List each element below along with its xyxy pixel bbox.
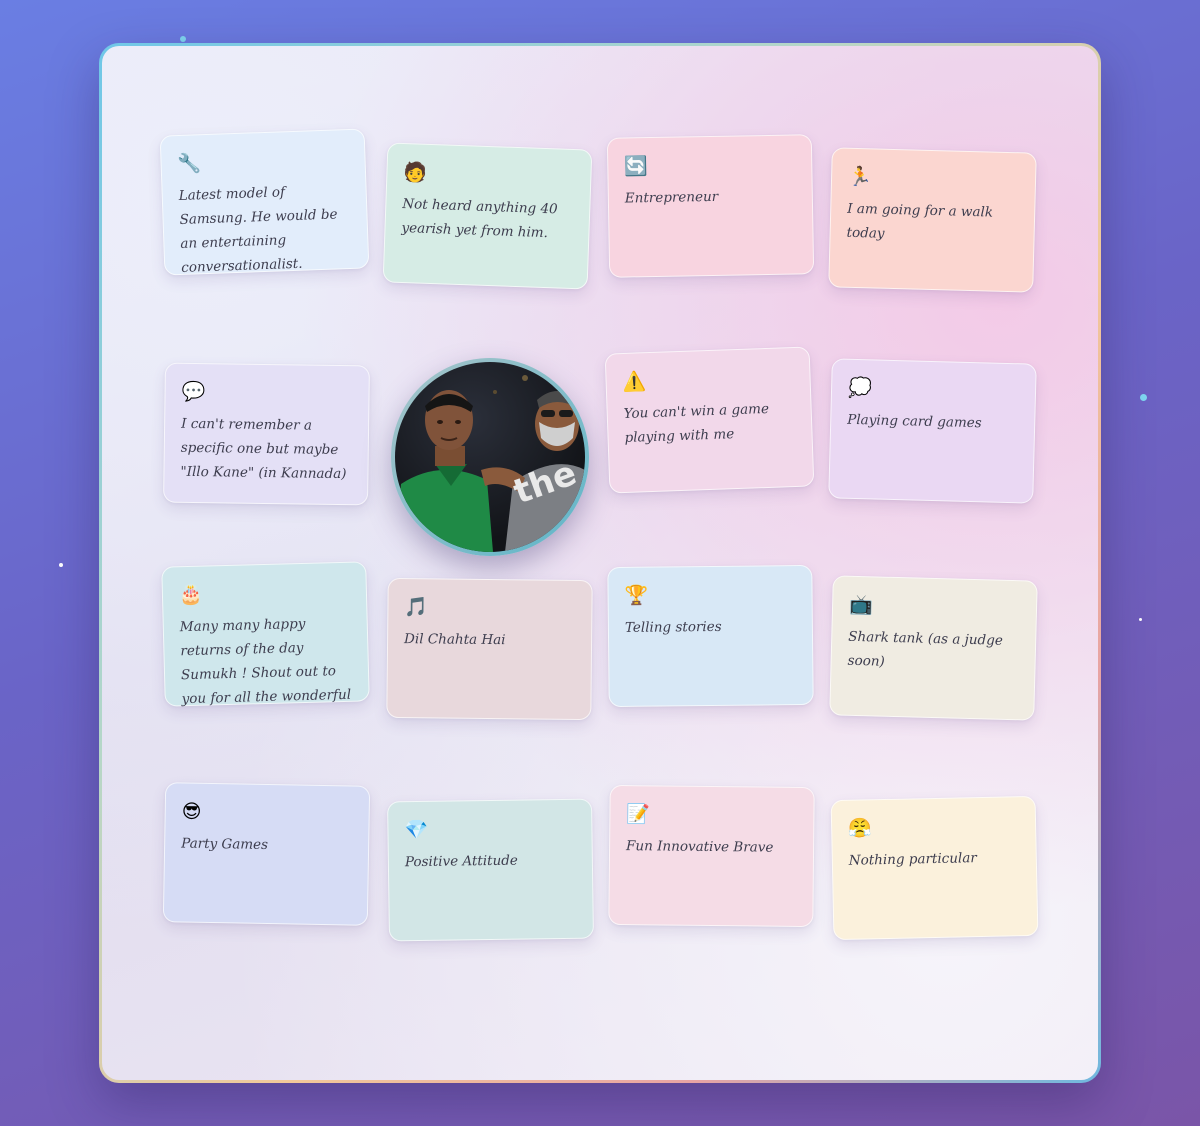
wish-text: Positive Attitude (404, 852, 518, 871)
wish-card[interactable]: 💎 Positive Attitude (387, 798, 594, 942)
wish-card[interactable]: 🧑 Not heard anything 40 yearish yet from… (382, 142, 593, 290)
wish-text: Telling stories (624, 618, 722, 636)
wish-text: Not heard anything 40 yearish yet from h… (401, 196, 558, 242)
wish-card[interactable]: 📝 Fun Innovative Brave (608, 784, 815, 928)
wish-text: Party Games (181, 835, 269, 854)
wish-card[interactable]: 💬 I can't remember a specific one but ma… (163, 362, 370, 506)
huffing-face-icon: 😤 (847, 817, 873, 840)
wish-card[interactable]: 🎂 Many many happy returns of the day Sum… (161, 561, 370, 707)
runner-icon: 🏃 (847, 165, 873, 189)
profile-photo: the gap (391, 358, 589, 556)
wish-card[interactable]: 🔧 Latest model of Samsung. He would be a… (159, 128, 370, 276)
wish-text: Fun Innovative Brave (626, 838, 774, 856)
wish-card[interactable]: 🔄 Entrepreneur (606, 134, 815, 278)
trophy-icon: 🏆 (624, 584, 649, 607)
wish-card[interactable]: 😤 Nothing particular (830, 795, 1039, 941)
wrench-icon: 🔧 (177, 152, 202, 176)
decor-dot (180, 36, 186, 42)
wish-text: Nothing particular (848, 850, 977, 869)
wish-text: I am going for a walk today (846, 200, 994, 242)
speech-bubble-icon: 💬 (181, 380, 206, 404)
wish-card[interactable]: 📺 Shark tank (as a judge soon) (829, 575, 1038, 721)
wish-card[interactable]: 🏃 I am going for a walk today (828, 147, 1037, 293)
wish-text: I can't remember a specific one but mayb… (180, 415, 347, 483)
wish-card[interactable]: 💭 Playing card games (828, 358, 1037, 504)
cake-icon: 🎂 (178, 583, 203, 607)
photo-illustration: the gap (395, 375, 585, 552)
decor-dot (59, 563, 63, 567)
tv-icon: 📺 (848, 593, 874, 617)
wish-text: Playing card games (847, 411, 982, 432)
sunglasses-icon: 😎 (181, 800, 202, 823)
wish-card[interactable]: 🏆 Telling stories (607, 564, 814, 708)
board-canvas: 🔧 Latest model of Samsung. He would be a… (102, 46, 1098, 1080)
music-note-icon: 🎵 (404, 596, 429, 619)
wishes-board: 🔧 Latest model of Samsung. He would be a… (99, 43, 1101, 1083)
wish-text: Many many happy returns of the day Sumuk… (179, 615, 352, 708)
wish-card[interactable]: ⚠️ You can't win a game playing with me (604, 346, 815, 494)
decor-dot (1139, 618, 1142, 621)
memo-icon: 📝 (626, 803, 651, 826)
wish-text: You can't win a game playing with me (623, 400, 770, 446)
wish-text: Entrepreneur (624, 188, 719, 207)
thought-bubble-icon: 💭 (847, 376, 873, 400)
wish-card[interactable]: 🎵 Dil Chahta Hai (386, 577, 593, 721)
wish-text: Shark tank (as a judge soon) (847, 628, 1004, 670)
wish-text: Latest model of Samsung. He would be an … (178, 184, 338, 276)
decor-dot (1140, 394, 1147, 401)
person-icon: 🧑 (403, 161, 428, 184)
refresh-icon: 🔄 (624, 155, 649, 178)
wish-card[interactable]: 😎 Party Games (162, 782, 371, 926)
wish-text: Dil Chahta Hai (404, 631, 506, 649)
warning-icon: ⚠️ (622, 370, 647, 394)
photo-image: the gap (395, 362, 585, 552)
gem-icon: 💎 (404, 818, 429, 842)
